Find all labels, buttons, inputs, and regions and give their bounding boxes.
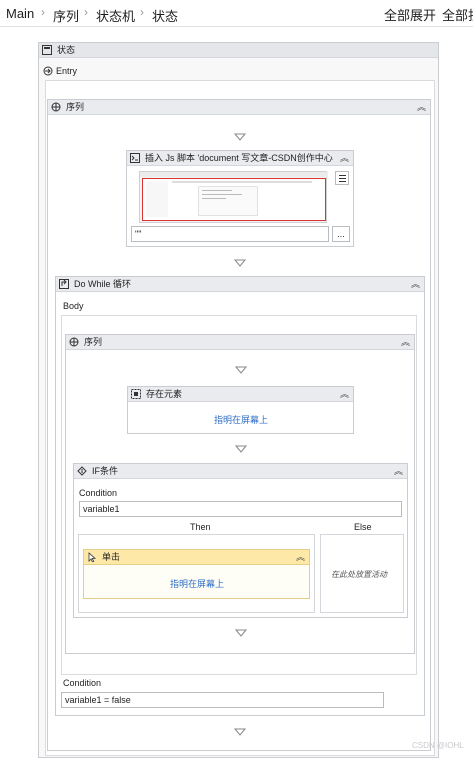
- breadcrumb-state[interactable]: 状态: [152, 6, 178, 25]
- entry-label[interactable]: Entry: [56, 66, 77, 76]
- inner-sequence-title: 序列: [84, 337, 103, 347]
- outer-sequence[interactable]: 序列 ︽ 插入 Js 脚本 'document 写文章-CSDN创作中心 ︽ "…: [47, 99, 431, 751]
- js-code-input[interactable]: "": [131, 226, 329, 242]
- collapse-chevron-icon[interactable]: ︽: [340, 388, 349, 400]
- if-title: IF条件: [92, 466, 118, 476]
- loop-icon: [59, 279, 69, 289]
- breadcrumb-state-machine[interactable]: 状态机: [96, 6, 135, 25]
- screenshot-thumbnail[interactable]: [139, 171, 328, 223]
- inject-js-title: 插入 Js 脚本 'document 写文章-CSDN创作中心: [145, 153, 333, 163]
- outer-sequence-header: 序列 ︽: [48, 100, 430, 115]
- indicate-on-screen-link[interactable]: 指明在屏幕上: [170, 577, 224, 590]
- designer-toolbar: Main › 序列 › 状态机 › 状态 全部展开 全部折: [0, 0, 473, 27]
- drop-arrow-icon: [235, 366, 247, 374]
- inject-js-activity[interactable]: 插入 Js 脚本 'document 写文章-CSDN创作中心 ︽ "" ...: [126, 150, 354, 247]
- outer-sequence-title: 序列: [66, 102, 85, 112]
- if-header: IF条件 ︽: [74, 464, 407, 479]
- cursor-icon: [88, 552, 97, 562]
- designer-canvas: 状态 Entry 序列 ︽ 插入 Js 脚本 'document 写文章-CSD: [0, 28, 473, 758]
- element-exists-title: 存在元素: [146, 389, 183, 399]
- if-activity[interactable]: IF条件 ︽ Condition variable1 Then Else 单击 …: [73, 463, 408, 618]
- else-label: Else: [354, 522, 372, 532]
- do-while-condition-label: Condition: [63, 678, 102, 688]
- element-exists-activity[interactable]: 存在元素 ︽ 指明在屏幕上: [127, 386, 354, 434]
- body-panel: 序列 ︽ 存在元素 ︽ 指明在屏幕上 IF条件 ︽ Condition vari…: [61, 315, 417, 675]
- entry-icon: [43, 66, 53, 76]
- drop-activity-hint: 在此处放置活动: [331, 570, 387, 579]
- more-button[interactable]: ...: [332, 226, 350, 242]
- inner-sequence-header: 序列 ︽: [66, 335, 414, 350]
- drop-arrow-icon: [234, 133, 246, 141]
- expand-all-button[interactable]: 全部展开: [384, 5, 436, 24]
- then-panel: 单击 ︽ 指明在屏幕上: [78, 534, 315, 613]
- drop-arrow-icon: [234, 728, 246, 736]
- breadcrumb-sequence[interactable]: 序列: [53, 6, 79, 25]
- watermark: CSDN @IOHL: [412, 741, 464, 750]
- drop-arrow-icon: [234, 259, 246, 267]
- do-while-title: Do While 循环: [74, 279, 132, 289]
- collapse-chevron-icon[interactable]: ︽: [401, 336, 410, 348]
- if-condition-label: Condition: [79, 488, 118, 498]
- else-panel[interactable]: 在此处放置活动: [320, 534, 404, 613]
- then-label: Then: [190, 522, 211, 532]
- click-activity[interactable]: 单击 ︽ 指明在屏幕上: [83, 549, 310, 599]
- do-while-condition-input[interactable]: variable1 = false: [61, 692, 384, 708]
- body-label: Body: [63, 301, 84, 311]
- breadcrumb-separator: ›: [140, 5, 144, 19]
- breadcrumb-separator: ›: [41, 5, 45, 19]
- breadcrumb-separator: ›: [84, 5, 88, 19]
- menu-icon[interactable]: [335, 171, 349, 185]
- state-activity[interactable]: 状态 Entry 序列 ︽ 插入 Js 脚本 'document 写文章-CSD: [38, 42, 439, 758]
- inject-js-header: 插入 Js 脚本 'document 写文章-CSDN创作中心 ︽: [127, 151, 353, 166]
- state-icon: [42, 45, 52, 55]
- collapse-chevron-icon[interactable]: ︽: [296, 551, 305, 563]
- collapse-chevron-icon[interactable]: ︽: [411, 278, 420, 290]
- element-icon: [131, 389, 141, 399]
- do-while-header: Do While 循环 ︽: [56, 277, 424, 292]
- click-header: 单击 ︽: [84, 550, 309, 565]
- sequence-icon: [51, 102, 61, 112]
- state-header: 状态: [39, 43, 438, 58]
- entry-panel: 序列 ︽ 插入 Js 脚本 'document 写文章-CSDN创作中心 ︽ "…: [45, 80, 435, 756]
- click-title: 单击: [102, 552, 121, 562]
- drop-arrow-icon: [235, 445, 247, 453]
- breadcrumb-main[interactable]: Main: [6, 6, 34, 21]
- inner-sequence[interactable]: 序列 ︽ 存在元素 ︽ 指明在屏幕上 IF条件 ︽ Condition vari…: [65, 334, 415, 654]
- collapse-chevron-icon[interactable]: ︽: [340, 152, 349, 164]
- collapse-chevron-icon[interactable]: ︽: [417, 101, 426, 113]
- script-icon: [130, 153, 140, 163]
- state-title: 状态: [57, 45, 76, 55]
- drop-arrow-icon: [235, 629, 247, 637]
- collapse-chevron-icon[interactable]: ︽: [394, 465, 403, 477]
- sequence-icon: [69, 337, 79, 347]
- element-exists-header: 存在元素 ︽: [128, 387, 353, 402]
- if-condition-input[interactable]: variable1: [79, 501, 402, 517]
- if-icon: [77, 466, 87, 476]
- indicate-on-screen-link[interactable]: 指明在屏幕上: [214, 413, 268, 426]
- do-while-activity[interactable]: Do While 循环 ︽ Body 序列 ︽ 存在元素 ︽ 指明在屏幕上 IF…: [55, 276, 425, 716]
- collapse-all-button[interactable]: 全部折: [442, 5, 473, 24]
